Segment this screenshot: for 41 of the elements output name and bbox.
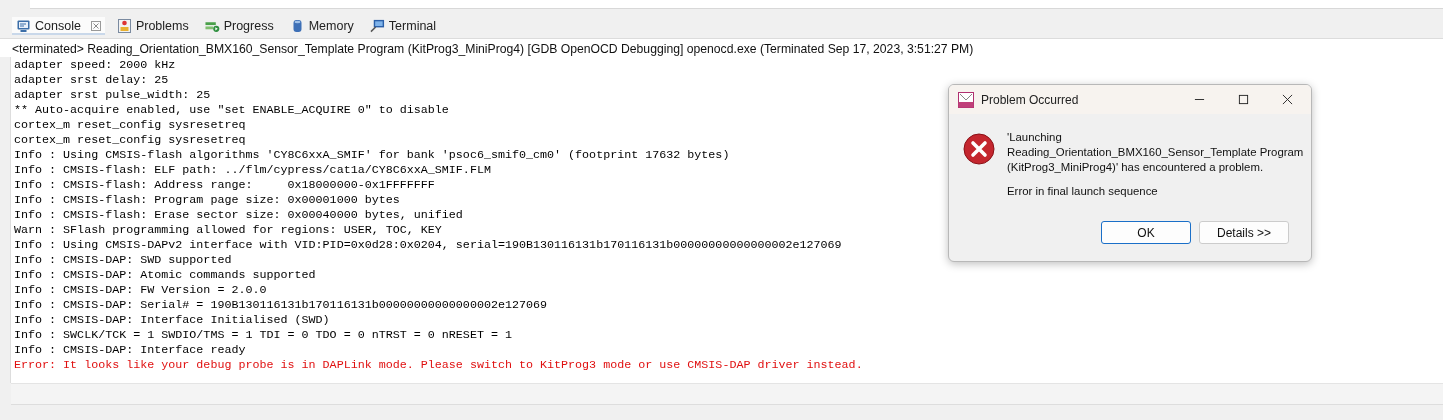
- console-line: Info : CMSIS-flash: ELF path: ../flm/cypress/cat1a/CY8C6xxA_SMIF.FLM: [14, 163, 492, 178]
- console-line: adapter speed: 2000 kHz: [14, 58, 177, 73]
- console-line: Error: It looks like your debug probe is in DAPLink mode. Please switch to KitProg3 mode or use CMSIS-DAP driver instead.: [14, 358, 863, 373]
- view-tab[interactable]: Console: [12, 17, 105, 35]
- app-icon: [958, 91, 974, 108]
- dialog-button[interactable]: OK: [1101, 221, 1191, 244]
- dialog-button[interactable]: Details >>: [1199, 221, 1289, 244]
- console-line: Info : Using CMSIS-flash algorithms 'CY8C6xxA_SMIF' for bank 'psoc6_smif0_cm0' (footprint 17632 bytes): [14, 148, 731, 163]
- console-line: Info : CMSIS-DAP: Serial# = 190B130116131b170116131b00000000000000002e127069: [14, 298, 549, 313]
- console-line: Info : CMSIS-DAP: Atomic commands supported: [14, 268, 317, 283]
- console-line: Info : SWCLK/TCK = 1 SWDIO/TMS = 1 TDI = 0 TDO = 0 nTRST = 0 nRESET = 1: [14, 328, 513, 343]
- console-line: Info : CMSIS-DAP: FW Version = 2.0.0: [14, 283, 268, 298]
- view-tab[interactable]: Progress: [200, 17, 278, 35]
- terminal-icon: [369, 19, 385, 33]
- error-detail: Error in final launch sequence: [1007, 185, 1159, 197]
- monitor-icon: [16, 19, 31, 33]
- maximize-icon[interactable]: [1238, 94, 1249, 105]
- console-line: adapter srst pulse_width: 25: [14, 88, 212, 103]
- console-line: cortex_m reset_config sysresetreq: [14, 118, 247, 133]
- error-icon: [963, 133, 995, 165]
- console-line: adapter srst delay: 25: [14, 73, 170, 88]
- console-line: Info : CMSIS-DAP: Interface ready: [14, 343, 247, 358]
- console-header: <terminated> Reading_Orientation_BMX160_Sensor_Template Program (KitProg3_MiniProg4) [GDB OpenOCD Debugging] openocd.exe (Terminated Sep 17, 2023, 3:51:27 PM): [0, 38, 1443, 57]
- view-tab[interactable]: Memory: [285, 17, 358, 35]
- dialog-title: Problem Occurred: [981, 92, 1079, 107]
- console-line: Info : CMSIS-flash: Erase sector size: 0x00040000 bytes, unified: [14, 208, 464, 223]
- console-line: Info : CMSIS-flash: Program page size: 0x00001000 bytes: [14, 193, 401, 208]
- console-line: Info : CMSIS-DAP: SWD supported: [14, 253, 233, 268]
- console-line: ** Auto-acquire enabled, use "set ENABLE_ACQUIRE 0" to disable: [14, 103, 450, 118]
- close-icon[interactable]: [1282, 94, 1293, 105]
- progress-icon: [204, 19, 220, 33]
- console-line: Info : CMSIS-DAP: Interface Initialised (SWD): [14, 313, 331, 328]
- console-line: Info : CMSIS-flash: Address range: 0x18000000-0x1FFFFFFF: [14, 178, 436, 193]
- view-tab[interactable]: Terminal: [365, 17, 441, 35]
- view-tab[interactable]: Problems: [112, 17, 193, 35]
- console-line: Info : Using CMSIS-DAPv2 interface with VID:PID=0x0d28:0x0204, serial=190B130116131b170116131b00000000000000002e127069: [14, 238, 843, 253]
- horizontal-scrollbar[interactable]: [11, 383, 1443, 405]
- error-message: 'Launching Reading_Orientation_BMX160_Sensor_Template Program (KitProg3_MiniProg4)' has encountered a problem.: [1007, 130, 1305, 175]
- console-line: Warn : SFlash programming allowed for regions: USER, TOC, KEY: [14, 223, 443, 238]
- console-line: cortex_m reset_config sysresetreq: [14, 133, 247, 148]
- problems-icon: [116, 19, 132, 33]
